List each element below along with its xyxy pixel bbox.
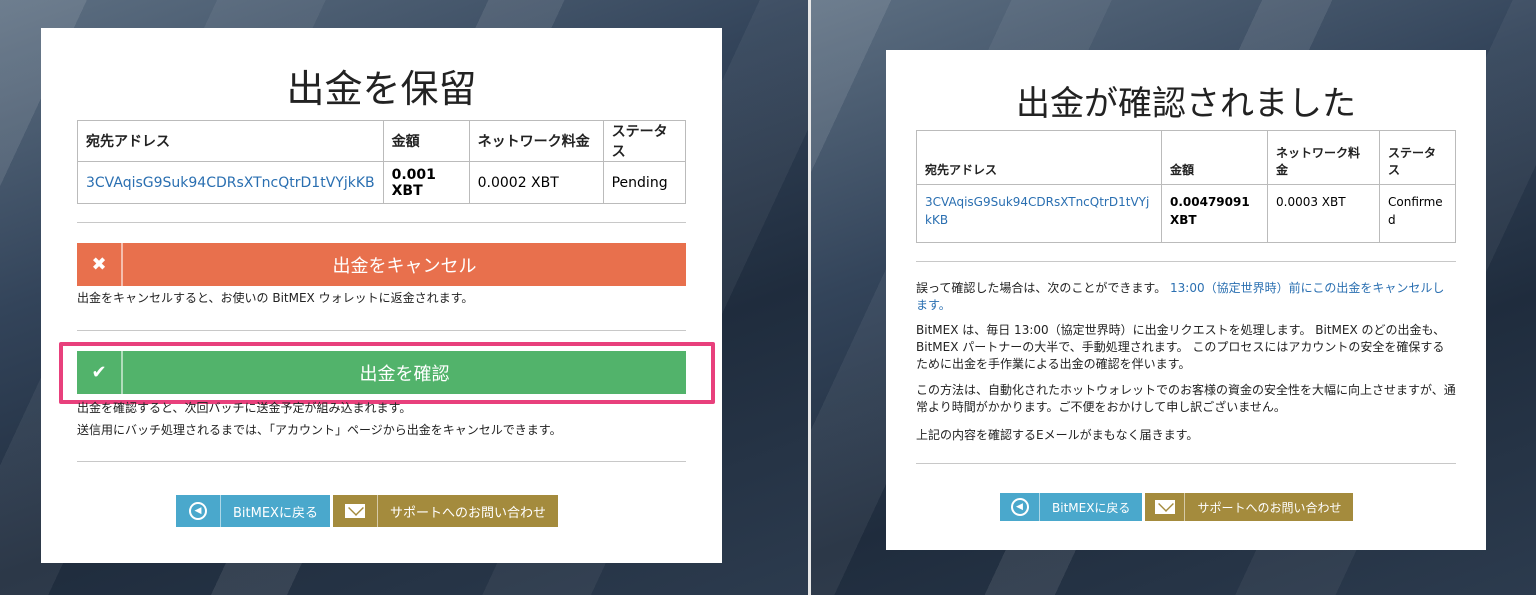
contact-support-button[interactable]: サポートへのお問い合わせ — [332, 495, 558, 527]
divider — [77, 330, 686, 331]
back-arrow-icon: ◀ — [1000, 493, 1040, 521]
divider — [77, 222, 686, 223]
status-cell: Confirmed — [1379, 184, 1456, 243]
footer-buttons: ◀ BitMEXに戻る サポートへのお問い合わせ — [176, 495, 558, 527]
withdrawal-table: 宛先アドレス 金額 ネットワーク料金 ステータス 3CVAqisG9Suk94C… — [916, 130, 1456, 243]
divider — [77, 461, 686, 462]
back-arrow-icon: ◀ — [176, 495, 221, 527]
email-paragraph: 上記の内容を確認するEメールがまもなく届きます。 — [916, 428, 1199, 442]
header-amount: 金額 — [1161, 130, 1268, 185]
header-fee: ネットワーク料金 — [1267, 130, 1380, 185]
back-label: BitMEXに戻る — [233, 505, 318, 521]
header-address: 宛先アドレス — [77, 120, 384, 162]
page-title: 出金が確認されました — [1016, 84, 1356, 124]
back-label: BitMEXに戻る — [1052, 500, 1131, 515]
amount-cell: 0.001 XBT — [382, 161, 470, 204]
cancel-note: 出金をキャンセルすると、お使いの BitMEX ウォレットに返金されます。 — [77, 291, 474, 305]
confirm-note-2: 送信用にバッチ処理されるまでは、「アカウント」ページから出金をキャンセルできます… — [77, 423, 562, 437]
table-header-row: 宛先アドレス 金額 ネットワーク料金 ステータス — [916, 130, 1456, 185]
security-paragraph: この方法は、自動化されたホットウォレットでのお客様の資金の安全性を大幅に向上させ… — [916, 383, 1456, 414]
amount-cell: 0.00479091 XBT — [1161, 184, 1268, 243]
support-label: サポートへのお問い合わせ — [389, 505, 546, 521]
address-link[interactable]: 3CVAqisG9Suk94CDRsXTncQtrD1tVYjkKB — [925, 195, 1149, 227]
fee-cell: 0.0002 XBT — [468, 161, 604, 204]
withdrawal-pending-card: 出金を保留 宛先アドレス 金額 ネットワーク料金 ステータス 3CVAqisG9… — [41, 28, 722, 563]
divider — [916, 261, 1456, 262]
fee-cell: 0.0003 XBT — [1267, 184, 1380, 243]
status-cell: Pending — [602, 161, 687, 204]
withdrawal-confirmed-card: 出金が確認されました 宛先アドレス 金額 ネットワーク料金 ステータス 3CVA… — [886, 50, 1486, 550]
header-address: 宛先アドレス — [916, 130, 1162, 185]
table-row: 3CVAqisG9Suk94CDRsXTncQtrD1tVYjkKB 0.001… — [77, 161, 687, 204]
address-cell: 3CVAqisG9Suk94CDRsXTncQtrD1tVYjkKB — [77, 161, 384, 204]
footer-buttons: ◀ BitMEXに戻る サポートへのお問い合わせ — [1000, 493, 1354, 521]
envelope-icon — [1145, 493, 1186, 521]
envelope-icon — [333, 495, 378, 527]
support-label: サポートへのお問い合わせ — [1197, 500, 1342, 515]
mistake-text: 誤って確認した場合は、次のことができます。 — [916, 281, 1167, 295]
table-header-row: 宛先アドレス 金額 ネットワーク料金 ステータス — [77, 120, 687, 162]
table-row: 3CVAqisG9Suk94CDRsXTncQtrD1tVYjkKB 0.004… — [916, 184, 1456, 243]
withdrawal-table: 宛先アドレス 金額 ネットワーク料金 ステータス 3CVAqisG9Suk94C… — [77, 120, 687, 204]
back-to-bitmex-button[interactable]: ◀ BitMEXに戻る — [1000, 493, 1143, 521]
header-fee: ネットワーク料金 — [468, 120, 604, 162]
header-status: ステータス — [602, 120, 687, 162]
page-title: 出金を保留 — [286, 67, 477, 111]
contact-support-button[interactable]: サポートへのお問い合わせ — [1145, 493, 1354, 521]
confirm-note-1: 出金を確認すると、次回バッチに送金予定が組み込まれます。 — [77, 401, 412, 415]
address-cell: 3CVAqisG9Suk94CDRsXTncQtrD1tVYjkKB — [916, 184, 1162, 243]
header-status: ステータス — [1379, 130, 1456, 185]
cancel-withdrawal-label: 出金をキャンセル — [332, 255, 477, 277]
mistake-paragraph: 誤って確認した場合は、次のことができます。 13:00（協定世界時）前にこの出金… — [916, 280, 1456, 314]
cancel-withdrawal-button[interactable]: ✖ 出金をキャンセル — [77, 243, 686, 286]
header-amount: 金額 — [382, 120, 470, 162]
close-icon: ✖ — [77, 243, 123, 286]
divider — [916, 463, 1456, 464]
back-to-bitmex-button[interactable]: ◀ BitMEXに戻る — [176, 495, 330, 527]
address-link[interactable]: 3CVAqisG9Suk94CDRsXTncQtrD1tVYjkKB — [86, 175, 375, 191]
highlight-box — [59, 342, 715, 404]
processing-paragraph: BitMEX は、毎日 13:00（協定世界時）に出金リクエストを処理します。 … — [916, 323, 1446, 371]
